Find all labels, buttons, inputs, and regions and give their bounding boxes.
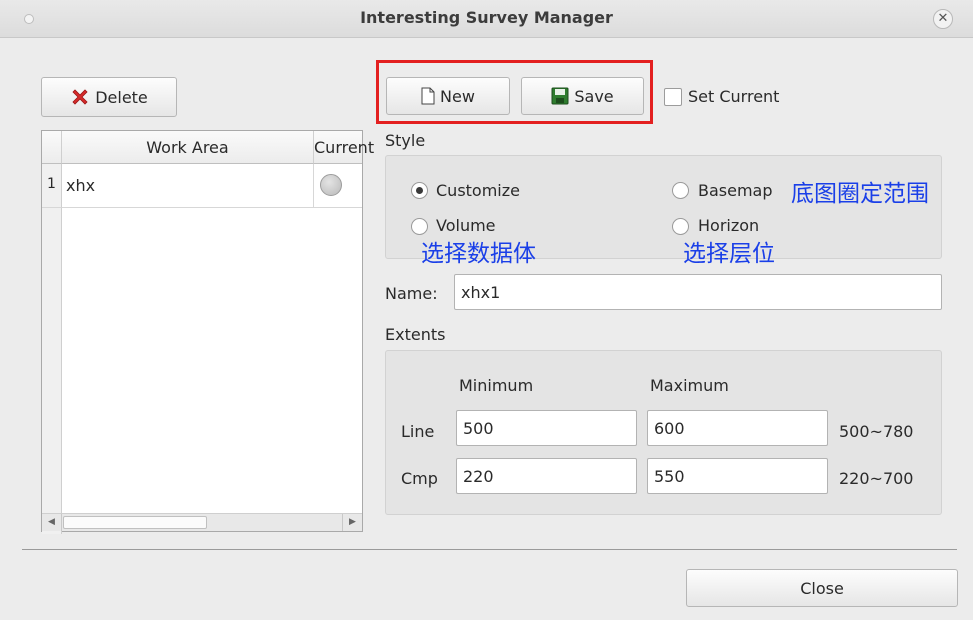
scrollbar-thumb[interactable] bbox=[63, 516, 207, 529]
extents-title: Extents bbox=[385, 325, 446, 344]
work-area-cell: xhx bbox=[66, 176, 96, 195]
delete-button[interactable]: Delete bbox=[41, 77, 177, 117]
line-max-input[interactable] bbox=[647, 410, 828, 446]
current-indicator-icon[interactable] bbox=[320, 174, 342, 196]
line-min-input[interactable] bbox=[456, 410, 637, 446]
horizontal-scrollbar[interactable]: ◀ ▶ bbox=[42, 513, 362, 531]
maximum-label: Maximum bbox=[650, 376, 729, 395]
scroll-left-icon[interactable]: ◀ bbox=[42, 514, 62, 531]
table-corner bbox=[42, 131, 62, 164]
volume-label: Volume bbox=[436, 216, 496, 235]
column-header-work-area[interactable]: Work Area bbox=[62, 131, 314, 164]
delete-x-icon bbox=[70, 87, 90, 107]
row-number-column bbox=[42, 164, 62, 534]
volume-radio[interactable] bbox=[411, 218, 428, 235]
table-row-number: 1 bbox=[42, 164, 62, 208]
style-title: Style bbox=[385, 131, 426, 150]
close-button-label: Close bbox=[800, 578, 844, 598]
line-range-label: 500~780 bbox=[839, 422, 914, 441]
window-close-icon[interactable]: ✕ bbox=[933, 9, 953, 29]
delete-button-label: Delete bbox=[95, 87, 148, 107]
line-label: Line bbox=[401, 422, 435, 441]
set-current-checkbox[interactable] bbox=[664, 88, 682, 106]
highlight-box bbox=[376, 60, 653, 124]
window-title: Interesting Survey Manager bbox=[360, 8, 613, 27]
work-area-table[interactable]: Work Area Current 1 xhx ◀ ▶ bbox=[41, 130, 374, 534]
basemap-annotation: 底图圈定范围 bbox=[791, 181, 929, 207]
basemap-radio[interactable] bbox=[672, 182, 689, 199]
cmp-label: Cmp bbox=[401, 469, 438, 488]
title-bar: Interesting Survey Manager ✕ bbox=[0, 0, 973, 38]
scroll-right-icon[interactable]: ▶ bbox=[342, 514, 362, 531]
cmp-max-input[interactable] bbox=[647, 458, 828, 494]
customize-label: Customize bbox=[436, 181, 520, 200]
cmp-range-label: 220~700 bbox=[839, 469, 914, 488]
close-button[interactable]: Close bbox=[686, 569, 958, 607]
current-cell[interactable] bbox=[314, 164, 362, 208]
cmp-min-input[interactable] bbox=[456, 458, 637, 494]
horizon-annotation: 选择层位 bbox=[683, 241, 775, 267]
row-number-label: 1 bbox=[47, 176, 56, 192]
set-current-label: Set Current bbox=[688, 87, 780, 106]
basemap-label: Basemap bbox=[698, 181, 773, 200]
footer-separator bbox=[22, 549, 957, 550]
table-row[interactable]: xhx bbox=[62, 164, 314, 208]
column-header-current[interactable]: Current bbox=[314, 131, 374, 164]
volume-annotation: 选择数据体 bbox=[421, 241, 536, 267]
horizon-label: Horizon bbox=[698, 216, 760, 235]
customize-radio[interactable] bbox=[411, 182, 428, 199]
name-input[interactable] bbox=[454, 274, 942, 310]
minimum-label: Minimum bbox=[459, 376, 534, 395]
horizon-radio[interactable] bbox=[672, 218, 689, 235]
name-label: Name: bbox=[385, 284, 438, 303]
